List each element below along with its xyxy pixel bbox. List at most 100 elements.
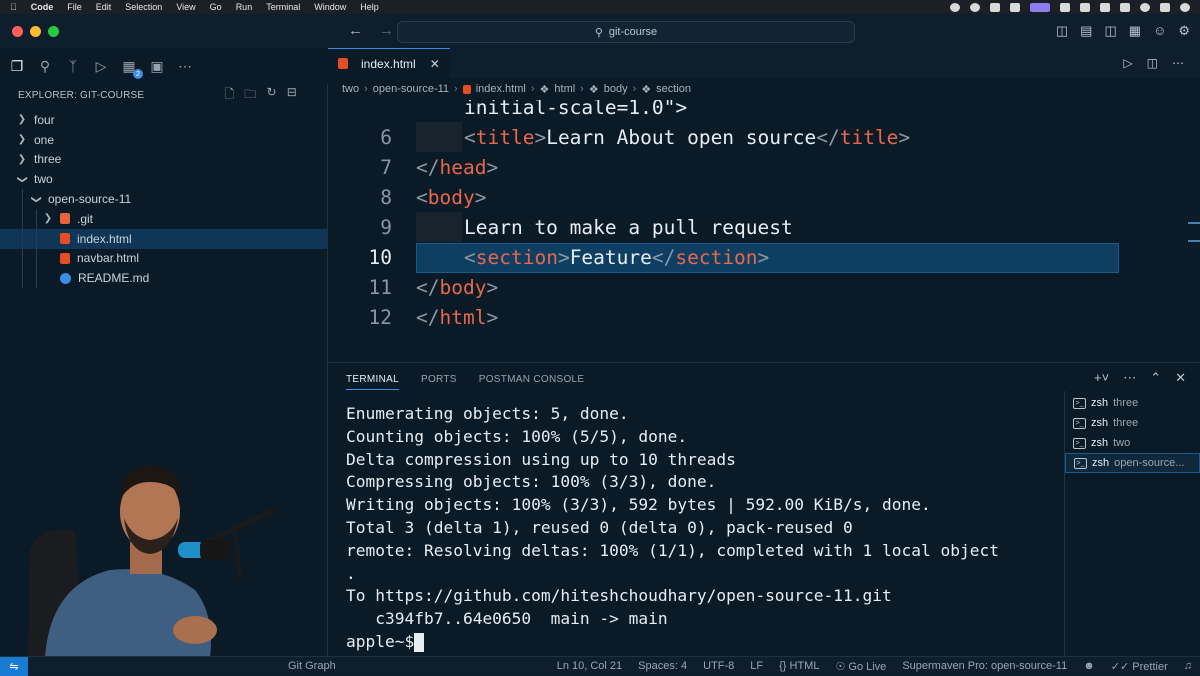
- menu-selection[interactable]: Selection: [125, 2, 162, 12]
- screen-record-icon[interactable]: [1030, 2, 1050, 12]
- settings-gear-icon[interactable]: ⚙: [1178, 23, 1190, 39]
- line-ending[interactable]: LF: [742, 660, 771, 672]
- siri-icon[interactable]: [1180, 2, 1190, 12]
- new-folder-icon[interactable]: 🗀: [244, 85, 256, 106]
- remote-explorer-icon[interactable]: ▣: [148, 57, 166, 75]
- terminal-instance[interactable]: >_ zsh three: [1065, 413, 1200, 433]
- go-live-button[interactable]: ☉ Go Live: [827, 660, 894, 673]
- terminal-prompt-line[interactable]: apple~$: [346, 631, 1056, 654]
- tree-file-readme[interactable]: README.md: [0, 268, 327, 289]
- toggle-secondary-sidebar-icon[interactable]: ◫: [1104, 23, 1116, 39]
- breadcrumb-item[interactable]: two: [342, 83, 359, 95]
- search-icon[interactable]: ⚲: [36, 57, 54, 75]
- account-icon[interactable]: ☺: [1153, 23, 1166, 39]
- language-mode[interactable]: {} HTML: [771, 660, 827, 672]
- indent-guide: [22, 228, 23, 249]
- tree-folder-four[interactable]: ❯ four: [0, 110, 327, 130]
- close-panel-icon[interactable]: ✕: [1175, 370, 1186, 386]
- bluetooth-icon[interactable]: [1100, 2, 1110, 12]
- menu-help[interactable]: Help: [360, 2, 379, 12]
- minimize-window-button[interactable]: [30, 25, 41, 37]
- new-file-icon[interactable]: 🗋: [224, 85, 234, 106]
- line-number: 6: [380, 125, 392, 149]
- tree-item-label: navbar.html: [77, 251, 140, 266]
- line-number: 11: [368, 275, 392, 299]
- terminal-instance[interactable]: >_ zsh three: [1065, 393, 1200, 413]
- terminal-instance[interactable]: >_ zsh two: [1065, 433, 1200, 453]
- tab-terminal[interactable]: TERMINAL: [346, 374, 399, 390]
- maximize-panel-icon[interactable]: ⌃: [1150, 370, 1161, 386]
- forward-arrow-icon[interactable]: →: [379, 22, 394, 39]
- remote-icon[interactable]: ⇋: [0, 656, 28, 676]
- line-number: 7: [380, 155, 392, 179]
- breadcrumb-item[interactable]: section: [656, 83, 691, 95]
- tree-folder-open-source-11[interactable]: ❯ open-source-11: [0, 189, 327, 209]
- run-debug-icon[interactable]: ▷: [92, 57, 110, 75]
- wifi-icon[interactable]: [1120, 2, 1130, 12]
- new-terminal-icon[interactable]: +˅: [1094, 370, 1109, 386]
- menu-go[interactable]: Go: [210, 2, 222, 12]
- search-icon[interactable]: [1140, 2, 1150, 12]
- toggle-sidebar-icon[interactable]: ◫: [1056, 23, 1068, 39]
- git-graph-button[interactable]: Git Graph: [280, 660, 344, 672]
- menu-file[interactable]: File: [67, 2, 82, 12]
- tree-file-navbar-html[interactable]: navbar.html: [0, 248, 327, 269]
- back-arrow-icon[interactable]: ←: [348, 22, 363, 39]
- customize-layout-icon[interactable]: ▦: [1129, 23, 1141, 39]
- terminal-output[interactable]: Enumerating objects: 5, done. Counting o…: [346, 403, 1056, 653]
- tree-folder-three[interactable]: ❯ three: [0, 150, 327, 170]
- apple-icon[interactable]: : [10, 2, 17, 12]
- extensions-icon[interactable]: ▦ 2: [120, 57, 143, 79]
- refresh-icon[interactable]: ↻: [266, 85, 276, 106]
- status-menu-icon[interactable]: [1080, 2, 1090, 12]
- explorer-icon[interactable]: ❐: [8, 57, 26, 75]
- tree-file-index-html[interactable]: index.html: [0, 228, 327, 249]
- line-number: 8: [380, 185, 392, 209]
- menu-edit[interactable]: Edit: [96, 2, 112, 12]
- source-control-icon[interactable]: ᛉ: [64, 57, 82, 75]
- close-tab-icon[interactable]: ✕: [430, 57, 440, 71]
- breadcrumb-item[interactable]: body: [604, 83, 628, 95]
- menu-terminal[interactable]: Terminal: [266, 2, 300, 12]
- close-window-button[interactable]: [12, 25, 23, 37]
- more-actions-icon[interactable]: ⋯: [1172, 56, 1184, 70]
- more-actions-icon[interactable]: ⋯: [1123, 370, 1136, 386]
- menu-window[interactable]: Window: [314, 2, 346, 12]
- menu-app-name[interactable]: Code: [31, 2, 54, 12]
- tab-postman-console[interactable]: POSTMAN CONSOLE: [479, 374, 585, 385]
- tab-ports[interactable]: PORTS: [421, 374, 457, 385]
- tree-folder-git[interactable]: ❯ .git: [0, 208, 327, 229]
- copilot-icon[interactable]: ☻: [1075, 660, 1103, 672]
- code-editor[interactable]: initial-scale=1.0"> 6 <title>Learn About…: [328, 100, 1200, 360]
- menu-view[interactable]: View: [176, 2, 195, 12]
- collapse-all-icon[interactable]: ⊟: [287, 85, 297, 106]
- tree-folder-one[interactable]: ❯ one: [0, 130, 327, 150]
- split-editor-icon[interactable]: ◫: [1147, 56, 1158, 70]
- tab-index-html[interactable]: index.html ✕: [328, 48, 450, 78]
- encoding[interactable]: UTF-8: [695, 660, 742, 672]
- prettier-status[interactable]: ✓✓ Prettier: [1103, 660, 1176, 673]
- toggle-panel-icon[interactable]: ▤: [1080, 23, 1092, 39]
- status-menu-icon[interactable]: [950, 2, 960, 12]
- chevron-right-icon: ›: [364, 83, 368, 95]
- more-icon[interactable]: ⋯: [176, 57, 194, 75]
- control-center-icon[interactable]: [1160, 2, 1170, 12]
- status-menu-icon[interactable]: [1060, 2, 1070, 12]
- cursor-position[interactable]: Ln 10, Col 21: [549, 660, 630, 672]
- breadcrumb-item[interactable]: index.html: [476, 83, 526, 95]
- status-menu-icon[interactable]: [1010, 2, 1020, 12]
- run-icon[interactable]: ▷: [1123, 56, 1132, 70]
- command-center-search[interactable]: ⚲ git-course: [397, 21, 855, 43]
- status-menu-icon[interactable]: [990, 2, 1000, 12]
- breadcrumb: two › open-source-11 › index.html › ❖ ht…: [328, 78, 1200, 100]
- status-menu-icon[interactable]: [970, 2, 980, 12]
- notifications-bell-icon[interactable]: ♫: [1176, 660, 1200, 672]
- breadcrumb-item[interactable]: open-source-11: [373, 83, 449, 95]
- supermaven-status[interactable]: Supermaven Pro: open-source-11: [894, 660, 1075, 672]
- indentation[interactable]: Spaces: 4: [630, 660, 695, 672]
- maximize-window-button[interactable]: [48, 25, 59, 37]
- terminal-instance[interactable]: >_ zsh open-source...: [1065, 453, 1200, 473]
- tree-folder-two[interactable]: ❯ two: [0, 169, 327, 189]
- menu-run[interactable]: Run: [236, 2, 253, 12]
- breadcrumb-item[interactable]: html: [554, 83, 575, 95]
